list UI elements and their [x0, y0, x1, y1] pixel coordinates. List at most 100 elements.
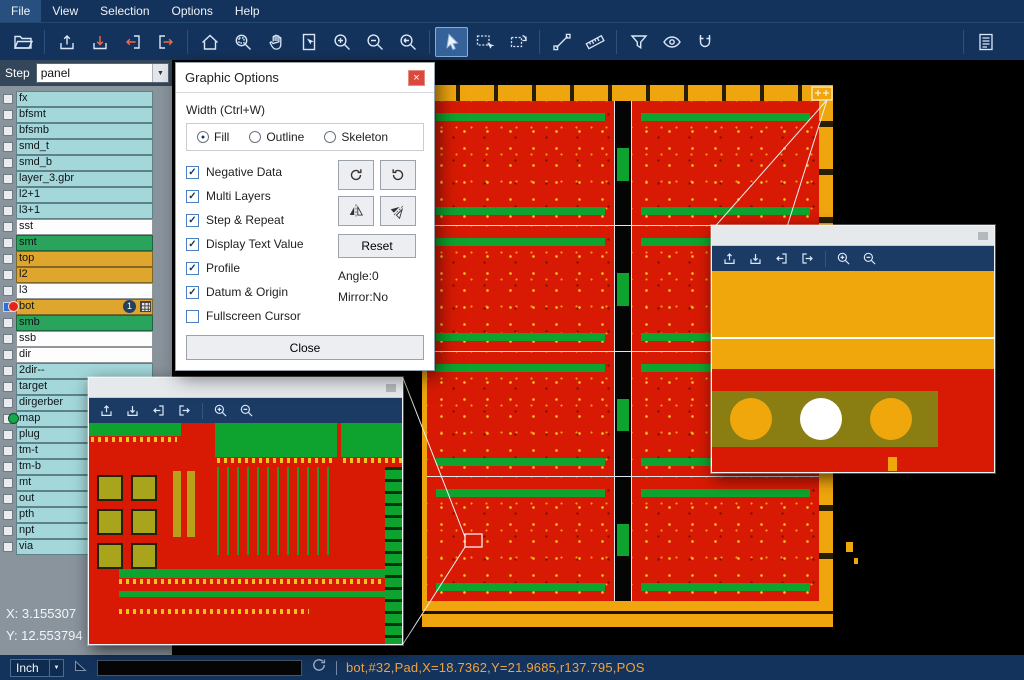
layer-checkbox[interactable] — [0, 331, 16, 347]
report-list-icon[interactable] — [969, 27, 1002, 57]
zoom-previous-icon[interactable] — [391, 27, 424, 57]
load-right-icon[interactable] — [149, 27, 182, 57]
minimize-icon[interactable] — [386, 384, 396, 392]
layer-checkbox[interactable] — [0, 283, 16, 299]
menu-view[interactable]: View — [41, 0, 89, 22]
zoom-out-icon[interactable] — [858, 248, 881, 269]
magnifier-2-view[interactable] — [712, 271, 994, 472]
checkbox-display-text-value[interactable]: ✓Display Text Value — [186, 232, 338, 256]
layer-checkbox[interactable] — [0, 251, 16, 267]
transform-select-icon[interactable] — [501, 27, 534, 57]
unit-dropdown[interactable]: Inch ▼ — [10, 659, 64, 677]
layer-name[interactable]: top — [16, 251, 153, 267]
layer-name[interactable]: layer_3.gbr — [16, 171, 153, 187]
layer-row[interactable]: layer_3.gbr — [0, 171, 172, 187]
load-left-icon[interactable] — [116, 27, 149, 57]
layer-checkbox[interactable] — [0, 523, 16, 539]
layer-name[interactable]: smb — [16, 315, 153, 331]
menu-file[interactable]: File — [0, 0, 41, 22]
radio-fill[interactable]: ●Fill — [197, 130, 229, 144]
layer-name[interactable]: fx — [16, 91, 153, 107]
layer-checkbox[interactable] — [0, 107, 16, 123]
layer-row[interactable]: bfsmb — [0, 123, 172, 139]
layer-checkbox[interactable] — [0, 427, 16, 443]
magnifier-1-view[interactable] — [89, 423, 402, 644]
rotate-cw-icon[interactable] — [338, 160, 374, 190]
magnifier-2-titlebar[interactable] — [712, 226, 994, 246]
magnifier-window-2[interactable] — [711, 225, 995, 473]
pointer-select-icon[interactable] — [435, 27, 468, 57]
close-button[interactable]: Close — [186, 335, 424, 360]
layer-checkbox[interactable] — [0, 347, 16, 363]
layer-row[interactable]: l3+1 — [0, 203, 172, 219]
layer-checkbox[interactable] — [0, 171, 16, 187]
measure-diagonal-icon[interactable] — [545, 27, 578, 57]
layer-row[interactable]: l3 — [0, 283, 172, 299]
load-right-icon[interactable] — [796, 248, 819, 269]
layer-row[interactable]: sst — [0, 219, 172, 235]
rotate-ccw-icon[interactable] — [380, 160, 416, 190]
magnifier-1-titlebar[interactable] — [89, 378, 402, 398]
menu-selection[interactable]: Selection — [89, 0, 160, 22]
layer-row[interactable]: smd_t — [0, 139, 172, 155]
layer-row[interactable]: top — [0, 251, 172, 267]
home-icon[interactable] — [193, 27, 226, 57]
layer-row[interactable]: smb — [0, 315, 172, 331]
mirror-diagonal-icon[interactable] — [380, 196, 416, 226]
step-dropdown[interactable]: panel ▼ — [36, 63, 169, 83]
capture-page-icon[interactable] — [292, 27, 325, 57]
layer-checkbox[interactable] — [0, 315, 16, 331]
chevron-down-icon[interactable]: ▼ — [49, 660, 63, 676]
layer-checkbox[interactable] — [0, 267, 16, 283]
open-folder-icon[interactable] — [6, 27, 39, 57]
layer-row[interactable]: l2+1 — [0, 187, 172, 203]
minimize-icon[interactable] — [978, 232, 988, 240]
load-down-icon[interactable] — [121, 400, 144, 421]
layer-name[interactable]: l2+1 — [16, 187, 153, 203]
layer-name[interactable]: smd_t — [16, 139, 153, 155]
reset-button[interactable]: Reset — [338, 234, 416, 258]
load-left-icon[interactable] — [770, 248, 793, 269]
layer-checkbox[interactable] — [0, 123, 16, 139]
chevron-down-icon[interactable]: ▼ — [152, 64, 168, 82]
checkbox-negative-data[interactable]: ✓Negative Data — [186, 160, 338, 184]
load-up-icon[interactable] — [718, 248, 741, 269]
layer-checkbox[interactable] — [0, 155, 16, 171]
layer-name[interactable]: l3 — [16, 283, 153, 299]
zoom-out-icon[interactable] — [358, 27, 391, 57]
layer-row[interactable]: ssb — [0, 331, 172, 347]
layer-row[interactable]: bfsmt — [0, 107, 172, 123]
layer-row[interactable]: l2 — [0, 267, 172, 283]
layer-checkbox[interactable] — [0, 139, 16, 155]
pan-hand-icon[interactable] — [259, 27, 292, 57]
layer-row-active[interactable]: bot1 — [0, 299, 172, 315]
load-down-icon[interactable] — [744, 248, 767, 269]
layer-checkbox[interactable] — [0, 363, 16, 379]
command-input[interactable] — [97, 660, 302, 676]
menu-help[interactable]: Help — [224, 0, 271, 22]
layer-name[interactable]: sst — [16, 219, 153, 235]
snap-magnet-icon[interactable] — [688, 27, 721, 57]
layer-name[interactable]: l3+1 — [16, 203, 153, 219]
layer-name[interactable]: ssb — [16, 331, 153, 347]
layer-checkbox[interactable] — [0, 459, 16, 475]
checkbox-step-repeat[interactable]: ✓Step & Repeat — [186, 208, 338, 232]
layer-checkbox[interactable] — [0, 219, 16, 235]
eye-view-icon[interactable] — [655, 27, 688, 57]
layer-name[interactable]: smd_b — [16, 155, 153, 171]
marquee-select-icon[interactable] — [468, 27, 501, 57]
layer-checkbox[interactable] — [0, 395, 16, 411]
layer-name[interactable]: bot1 — [16, 299, 153, 315]
layer-checkbox[interactable] — [0, 187, 16, 203]
menu-options[interactable]: Options — [161, 0, 224, 22]
layer-checkbox[interactable] — [0, 475, 16, 491]
layer-checkbox[interactable] — [0, 443, 16, 459]
layer-row[interactable]: smt — [0, 235, 172, 251]
checkbox-fullscreen-cursor[interactable]: Fullscreen Cursor — [186, 304, 338, 328]
load-down-icon[interactable] — [83, 27, 116, 57]
layer-checkbox[interactable] — [0, 379, 16, 395]
checkbox-datum-origin[interactable]: ✓Datum & Origin — [186, 280, 338, 304]
layer-checkbox[interactable] — [0, 507, 16, 523]
layer-name[interactable]: smt — [16, 235, 153, 251]
zoom-in-icon[interactable] — [325, 27, 358, 57]
